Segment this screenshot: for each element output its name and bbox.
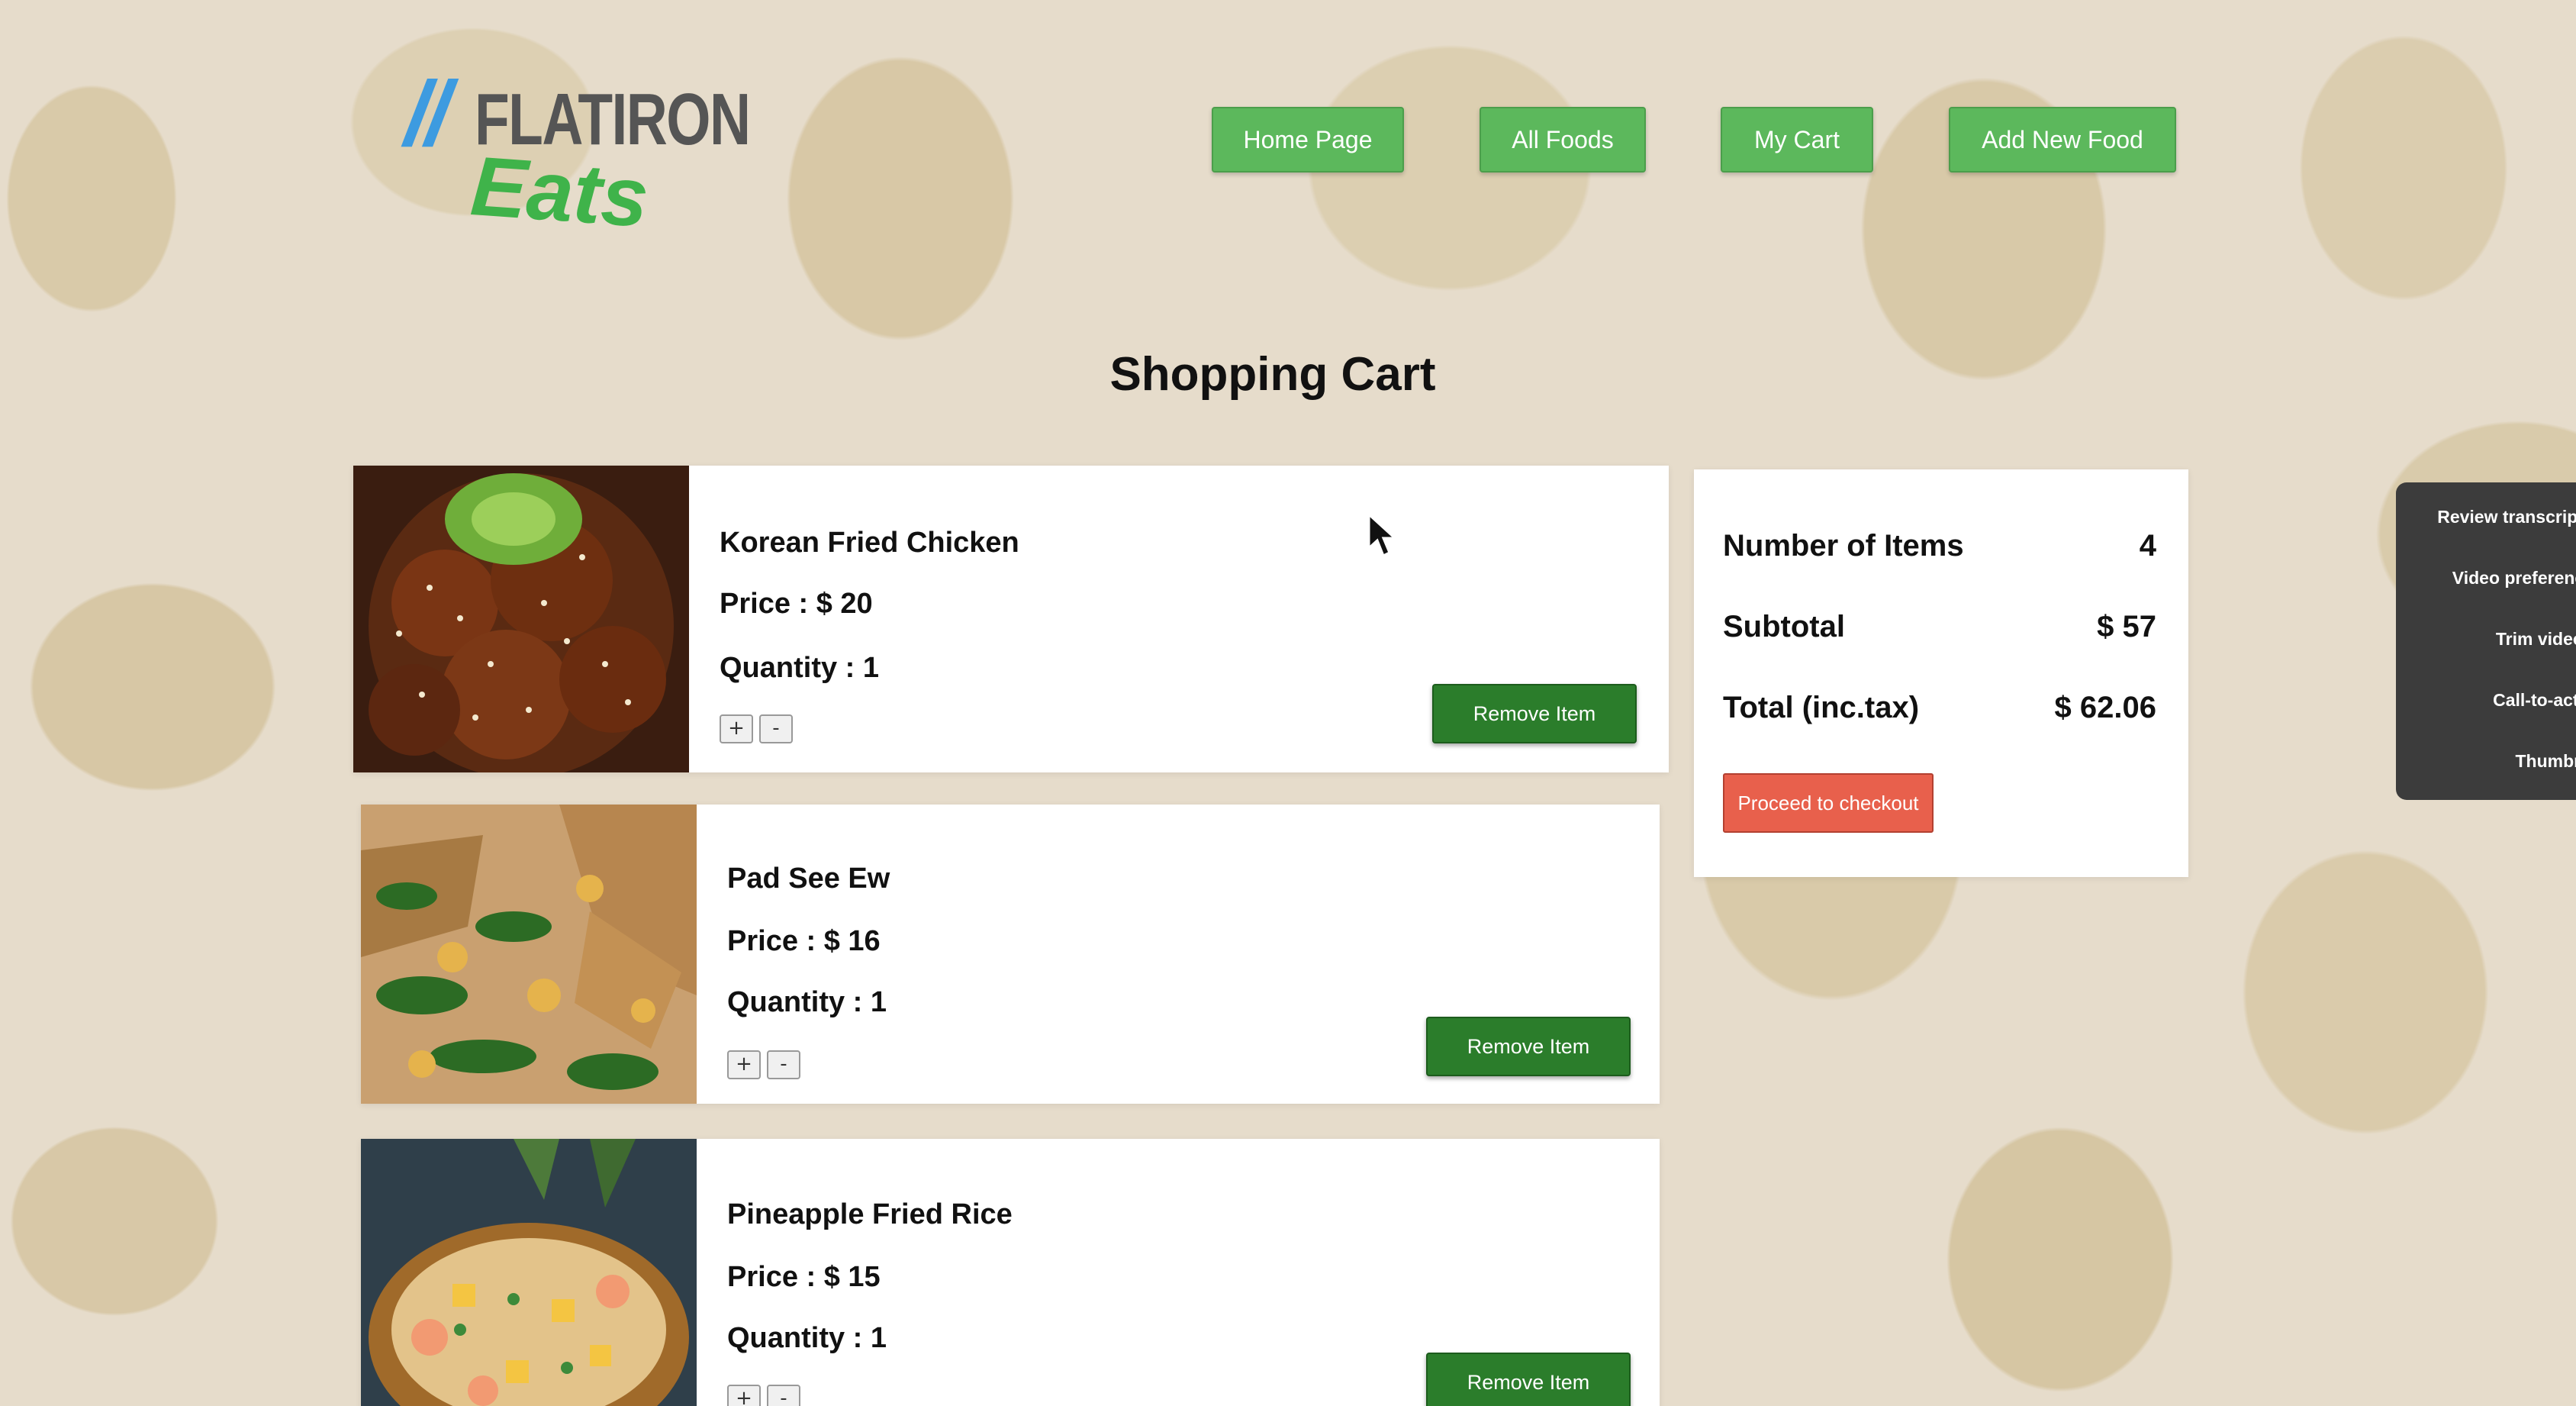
item-price: Price : $ 20 xyxy=(720,588,873,620)
quantity-stepper: + - xyxy=(727,1050,800,1079)
add-new-food-button[interactable]: Add New Food xyxy=(1949,107,2176,173)
cart-item-card: Korean Fried Chicken Price : $ 20 Quanti… xyxy=(353,466,1669,772)
all-foods-button[interactable]: All Foods xyxy=(1480,107,1646,173)
my-cart-button[interactable]: My Cart xyxy=(1721,107,1873,173)
items-count-value: 4 xyxy=(2139,529,2156,563)
subtotal-value: $ 57 xyxy=(2097,610,2156,643)
quantity-stepper: + - xyxy=(727,1385,800,1406)
increase-quantity-button[interactable]: + xyxy=(720,714,753,743)
food-image-pad-see-ew xyxy=(361,805,697,1104)
item-price: Price : $ 15 xyxy=(727,1261,881,1293)
total-value: $ 62.06 xyxy=(2054,691,2156,724)
item-name: Pineapple Fried Rice xyxy=(727,1198,1013,1230)
item-name: Korean Fried Chicken xyxy=(720,527,1019,559)
subtotal-label: Subtotal xyxy=(1723,610,1845,643)
decrease-quantity-button[interactable]: - xyxy=(767,1050,800,1079)
cart-item-card: Pineapple Fried Rice Price : $ 15 Quanti… xyxy=(361,1139,1660,1406)
food-image-pineapple-fried-rice xyxy=(361,1139,697,1406)
video-tools-side-panel: Review transcript ( Video preference Tri… xyxy=(2396,482,2576,800)
remove-item-button[interactable]: Remove Item xyxy=(1426,1353,1631,1406)
page-title: Shopping Cart xyxy=(1109,348,1436,401)
order-summary-panel: Number of Items 4 Subtotal $ 57 Total (i… xyxy=(1694,469,2188,877)
remove-item-button[interactable]: Remove Item xyxy=(1426,1017,1631,1076)
decrease-quantity-button[interactable]: - xyxy=(759,714,793,743)
call-to-action-item[interactable]: Call-to-actio xyxy=(2420,690,2576,711)
mouse-cursor-icon xyxy=(1367,511,1398,563)
item-quantity: Quantity : 1 xyxy=(727,1322,887,1354)
review-transcript-item[interactable]: Review transcript ( xyxy=(2420,507,2576,527)
item-quantity: Quantity : 1 xyxy=(727,986,887,1018)
item-quantity: Quantity : 1 xyxy=(720,652,880,684)
thumbnail-item[interactable]: Thumbna xyxy=(2420,751,2576,772)
remove-item-button[interactable]: Remove Item xyxy=(1432,684,1637,743)
total-label: Total (inc.tax) xyxy=(1723,691,1920,724)
cart-item-card: Pad See Ew Price : $ 16 Quantity : 1 + -… xyxy=(361,805,1660,1104)
decrease-quantity-button[interactable]: - xyxy=(767,1385,800,1406)
subtotal-row: Subtotal $ 57 xyxy=(1723,610,2156,644)
trim-video-item[interactable]: Trim video ( xyxy=(2420,629,2576,650)
items-count-row: Number of Items 4 xyxy=(1723,529,2156,563)
items-count-label: Number of Items xyxy=(1723,529,1964,563)
increase-quantity-button[interactable]: + xyxy=(727,1385,761,1406)
quantity-stepper: + - xyxy=(720,714,793,743)
home-page-button[interactable]: Home Page xyxy=(1212,107,1404,173)
food-image-korean-fried-chicken xyxy=(353,466,689,772)
item-price: Price : $ 16 xyxy=(727,925,881,957)
top-nav: Home Page All Foods My Cart Add New Food xyxy=(0,107,2576,173)
total-row: Total (inc.tax) $ 62.06 xyxy=(1723,691,2156,725)
video-preference-item[interactable]: Video preference xyxy=(2420,568,2576,589)
increase-quantity-button[interactable]: + xyxy=(727,1050,761,1079)
item-name: Pad See Ew xyxy=(727,863,890,895)
proceed-to-checkout-button[interactable]: Proceed to checkout xyxy=(1723,773,1934,833)
